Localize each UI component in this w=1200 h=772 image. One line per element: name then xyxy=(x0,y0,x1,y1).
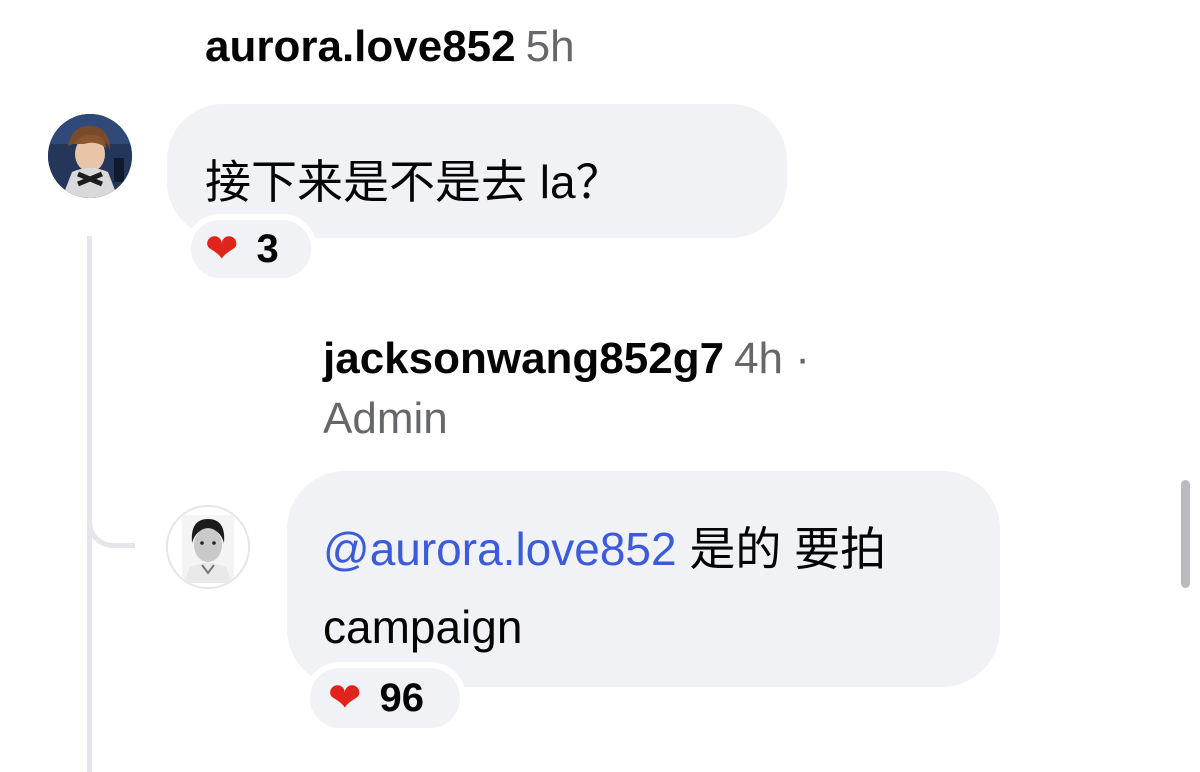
comment-2-role-badge: Admin xyxy=(323,394,448,443)
comment-1-time[interactable]: 5h xyxy=(526,22,575,71)
comment-1-text: 接下来是不是去 la？ xyxy=(205,156,622,208)
scrollbar-thumb[interactable] xyxy=(1181,480,1190,588)
comment-2-text: @aurora.love852 是的 要拍 campaign xyxy=(323,510,963,666)
avatar-person-image xyxy=(48,114,132,198)
heart-icon: ❤ xyxy=(328,675,362,721)
comment-1-reactions[interactable]: ❤ 3 xyxy=(185,214,317,284)
comment-1-username[interactable]: aurora.love852 xyxy=(205,22,516,71)
comment-2-reaction-count: 96 xyxy=(379,675,425,720)
comment-2-time[interactable]: 4h · xyxy=(734,334,810,383)
thread-connector-hook xyxy=(87,500,135,548)
comment-2-header: jacksonwang852g7 4h · xyxy=(323,334,810,384)
heart-icon: ❤ xyxy=(205,226,239,272)
comment-2-mention-link[interactable]: @aurora.love852 xyxy=(323,523,677,575)
comment-1-reaction-count: 3 xyxy=(256,226,279,271)
avatar-child-portrait-image xyxy=(168,507,248,587)
comment-2-reactions[interactable]: ❤ 96 xyxy=(304,662,466,734)
comment-1-avatar[interactable] xyxy=(48,114,132,198)
comment-2-avatar[interactable] xyxy=(166,505,250,589)
comment-2-username[interactable]: jacksonwang852g7 xyxy=(323,334,724,383)
comment-1-header: aurora.love852 5h xyxy=(205,22,575,72)
